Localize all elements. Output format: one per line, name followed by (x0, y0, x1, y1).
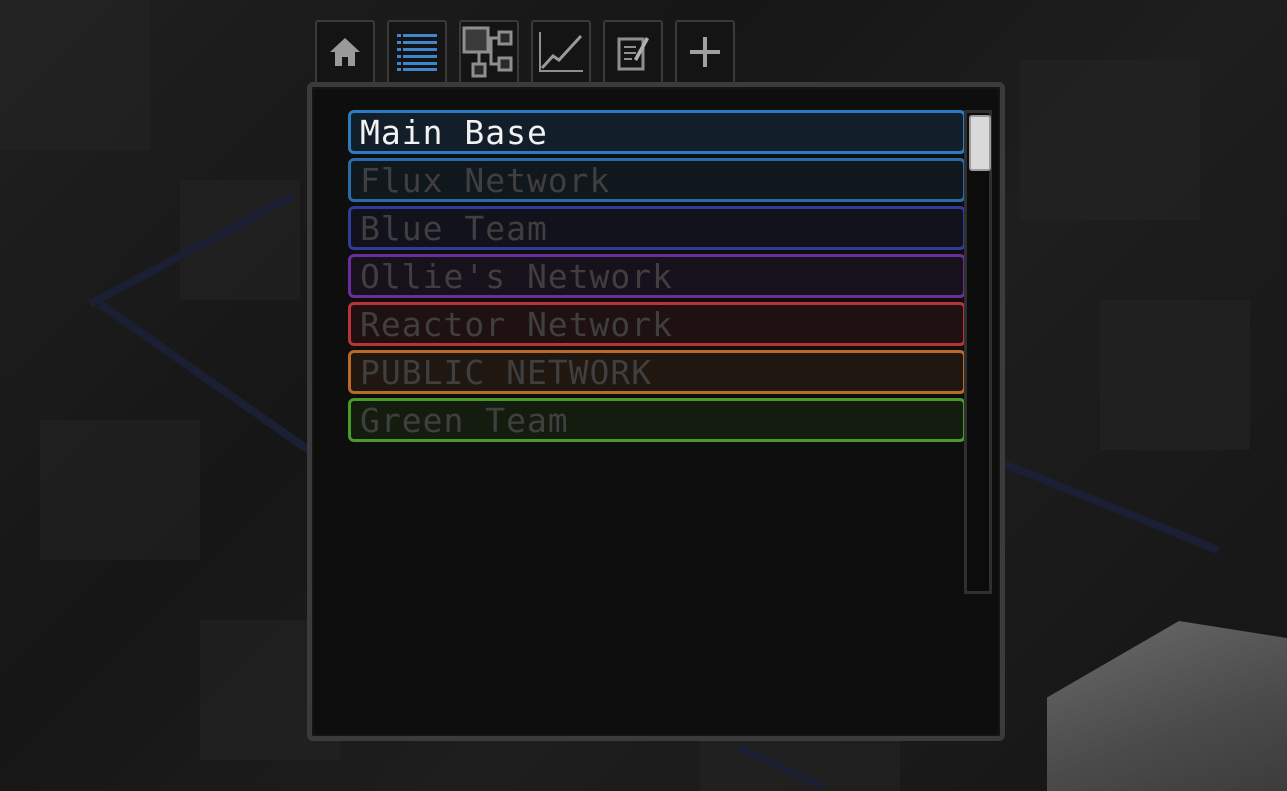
network-label: Ollie's Network (360, 256, 674, 296)
home-icon (330, 38, 360, 66)
network-item[interactable]: Main Base (348, 110, 966, 154)
network-item[interactable]: Flux Network (348, 158, 966, 202)
tab-create[interactable] (675, 20, 735, 82)
tab-home[interactable] (315, 20, 375, 82)
scrollbar[interactable] (964, 110, 992, 594)
line-chart-icon (539, 32, 583, 72)
edit-icon (617, 37, 649, 71)
plus-icon (690, 37, 720, 67)
network-item[interactable]: Ollie's Network (348, 254, 966, 298)
network-item[interactable]: Blue Team (348, 206, 966, 250)
tab-connections[interactable] (459, 20, 519, 82)
list-icon (397, 34, 437, 71)
scrollbar-thumb[interactable] (969, 115, 991, 171)
network-label: Main Base (360, 112, 548, 152)
block (1047, 621, 1287, 791)
tab-edit[interactable] (603, 20, 663, 82)
network-item[interactable]: Reactor Network (348, 302, 966, 346)
tab-network-list[interactable] (387, 20, 447, 82)
network-label: PUBLIC NETWORK (360, 352, 653, 392)
network-item[interactable]: Green Team (348, 398, 966, 442)
connections-icon (462, 26, 513, 78)
network-label: Reactor Network (360, 304, 674, 344)
network-list: Main Base Flux Network Blue Team Ollie's… (348, 110, 966, 446)
network-label: Blue Team (360, 208, 548, 248)
network-label: Green Team (360, 400, 569, 440)
tab-statistics[interactable] (531, 20, 591, 82)
network-label: Flux Network (360, 160, 611, 200)
network-item[interactable]: PUBLIC NETWORK (348, 350, 966, 394)
